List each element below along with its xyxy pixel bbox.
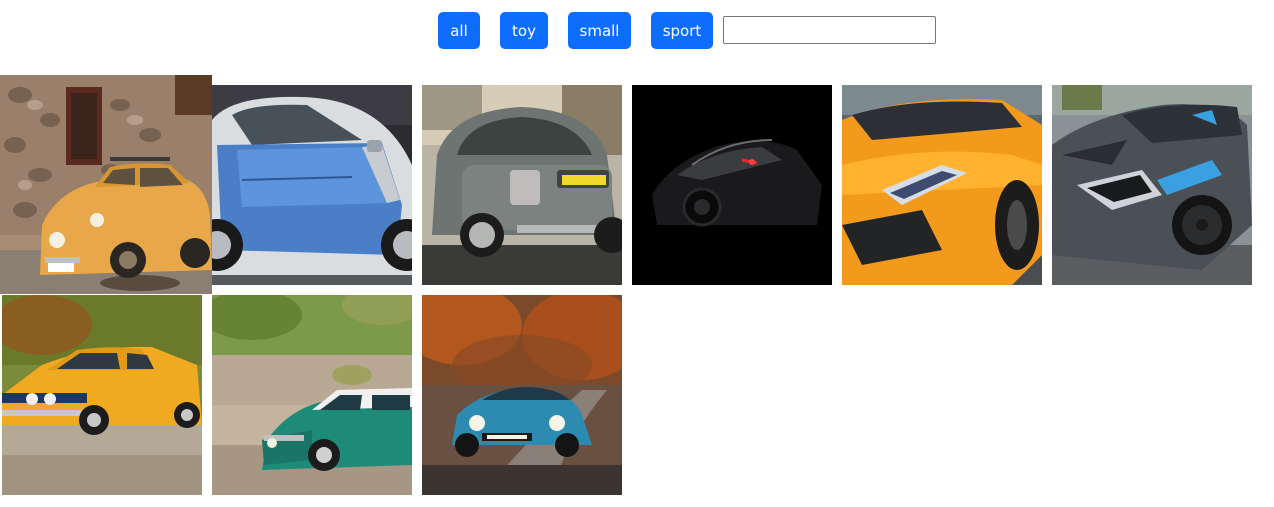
filter-all-button[interactable]: all	[438, 12, 480, 49]
yellow-vintage-car-photo[interactable]	[0, 75, 212, 294]
gray-fiat-500-photo[interactable]	[422, 85, 622, 285]
filter-toy-button[interactable]: toy	[500, 12, 548, 49]
dark-sports-car-photo[interactable]	[632, 85, 832, 285]
search-input[interactable]	[723, 16, 936, 44]
gray-corvette-photo[interactable]	[1052, 85, 1252, 285]
filter-toolbar: all toy small sport	[0, 12, 1274, 50]
orange-lamborghini-photo[interactable]	[842, 85, 1042, 285]
green-toy-mini-photo[interactable]	[212, 295, 412, 495]
filter-sport-button[interactable]: sport	[651, 12, 713, 49]
blue-smart-car-photo[interactable]	[212, 85, 412, 285]
blue-toy-alpine-photo[interactable]	[422, 295, 622, 495]
yellow-toy-car-photo[interactable]	[2, 295, 202, 495]
filter-small-button[interactable]: small	[568, 12, 631, 49]
